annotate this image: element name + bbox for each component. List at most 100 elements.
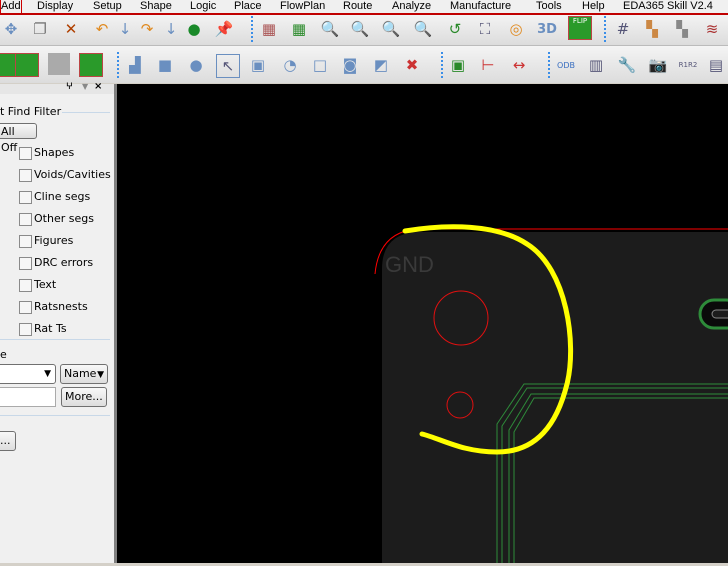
separator [548,52,550,78]
layers-icon[interactable]: ≋ [701,18,723,40]
grid-icon[interactable]: ▦ [258,18,280,40]
void-circle-icon[interactable]: ◙ [339,54,361,76]
design-canvas[interactable]: GND [117,84,728,563]
zoom-previous-icon[interactable]: ↺ [444,18,466,40]
name-select-label: Name [64,367,97,380]
select-icon[interactable]: ↖ [216,54,240,78]
void-element-icon[interactable]: ◩ [370,54,392,76]
zoom-out-icon[interactable]: 🔍 [412,18,434,40]
menu-setup[interactable]: Setup [93,0,122,13]
color-icon[interactable]: ▚ [641,18,663,40]
copy-icon[interactable]: ❐ [29,18,51,40]
menu-help[interactable]: Help [582,0,605,13]
3d-view-icon[interactable]: 3D [536,18,558,40]
refresh-icon[interactable]: ◎ [505,18,527,40]
dropdown-arrow-icon: ▼ [97,370,104,380]
label-drc-errors: DRC errors [34,256,94,269]
divider [0,415,110,416]
checkbox-cline-segs[interactable] [19,191,32,204]
component-icon[interactable]: ▣ [447,54,469,76]
undo-icon[interactable]: ↶ [91,18,113,40]
zoom-center-icon[interactable]: ⛶ [474,18,496,40]
menu-route[interactable]: Route [343,0,372,13]
shape-void-icon[interactable]: ◔ [279,54,301,76]
separator [117,52,119,78]
menu-display[interactable]: Display [37,0,73,13]
menu-place[interactable]: Place [234,0,262,13]
menu-bar: Add Display Setup Shape Logic Place Flow… [0,0,728,15]
down-arrow-icon[interactable]: ↓ [160,18,182,40]
down-arrow-icon[interactable]: ↓ [114,18,136,40]
checkbox-other-segs[interactable] [19,213,32,226]
dropdown-icon[interactable]: ▼ [82,82,88,91]
label-rat-ts: Rat Ts [34,322,67,335]
green-comment-icon[interactable]: ● [183,18,205,40]
pin-icon[interactable]: 📌 [213,18,235,40]
blank-icon[interactable] [48,53,70,75]
name-input[interactable] [0,387,56,407]
checkbox-text[interactable] [19,279,32,292]
label-shapes: Shapes [34,146,75,159]
camera-icon[interactable]: 📷 [647,54,669,76]
zoom-fit-icon[interactable]: 🔍 [319,18,341,40]
delete-void-icon[interactable]: ✖ [401,54,423,76]
grid-settings-icon[interactable]: # [612,18,634,40]
zoom-in-icon[interactable]: 🔍 [380,18,402,40]
options-button[interactable]: ... [0,431,16,451]
board-icon[interactable] [15,53,39,77]
grid-green-icon[interactable]: ▦ [288,18,310,40]
menu-manufacture[interactable]: Manufacture [450,0,511,13]
delete-icon[interactable]: ✕ [60,18,82,40]
dimension-icon[interactable]: ⊢ [477,54,499,76]
move-icon[interactable]: ✥ [0,18,22,40]
more-button[interactable]: More... [61,387,107,407]
toolbar-bottom: ▟ ■ ● ↖ ▣ ◔ □ ◙ ◩ ✖ ▣ ⊢ ↔ ODB ▥ 🔧 📷 R1R2… [0,45,728,83]
section-label: e [0,348,7,361]
panel-header: ⵖ ▼ × [0,81,114,94]
label-text: Text [34,278,57,291]
board-icon[interactable] [0,53,16,77]
pad-slot [711,309,728,319]
menu-eda365-skill[interactable]: EDA365 Skill V2.4 [623,0,713,13]
menu-flowplan[interactable]: FlowPlan [280,0,325,13]
type-select[interactable]: ▼ [0,364,56,384]
checkbox-voids[interactable] [19,169,32,182]
odb-export-icon[interactable]: ODB [555,54,577,76]
divider [0,339,110,340]
rename-refdes-icon[interactable]: R1R2 [677,54,699,76]
shape-icon[interactable] [79,53,103,77]
polygon-icon[interactable]: ▟ [124,54,146,76]
void-rect-icon[interactable]: □ [309,54,331,76]
circle-icon[interactable]: ● [185,54,207,76]
all-off-button[interactable]: All Off [0,123,37,154]
measure-icon[interactable]: ↔ [508,54,530,76]
checkbox-shapes[interactable] [19,147,32,160]
checkbox-figures[interactable] [19,235,32,248]
find-filter-title: t Find Filter [0,105,62,118]
grid-table-icon[interactable]: ▥ [585,54,607,76]
merge-shapes-icon[interactable]: ▣ [247,54,269,76]
net-label: GND [385,252,434,277]
menu-tools[interactable]: Tools [536,0,562,13]
pin-icon[interactable]: ⵖ [66,82,73,92]
menu-analyze[interactable]: Analyze [392,0,431,13]
menu-add[interactable]: Add [0,0,22,13]
rectangle-icon[interactable]: ■ [154,54,176,76]
label-cline-segs: Cline segs [34,190,91,203]
menu-shape[interactable]: Shape [140,0,172,13]
checkbox-rat-ts[interactable] [19,323,32,336]
dropdown-arrow-icon: ▼ [44,369,51,379]
flip-icon[interactable]: FLIP [568,16,592,40]
zoom-window-icon[interactable]: 🔍 [349,18,371,40]
menu-logic[interactable]: Logic [190,0,216,13]
visibility-icon[interactable]: ▚ [671,18,693,40]
redo-icon[interactable]: ↷ [136,18,158,40]
separator [251,16,253,42]
report-icon[interactable]: ▤ [705,54,727,76]
wrench-icon[interactable]: 🔧 [616,54,638,76]
close-icon[interactable]: × [94,81,102,92]
checkbox-ratsnests[interactable] [19,301,32,314]
checkbox-drc-errors[interactable] [19,257,32,270]
separator [441,52,443,78]
name-select[interactable]: Name ▼ [60,364,108,384]
